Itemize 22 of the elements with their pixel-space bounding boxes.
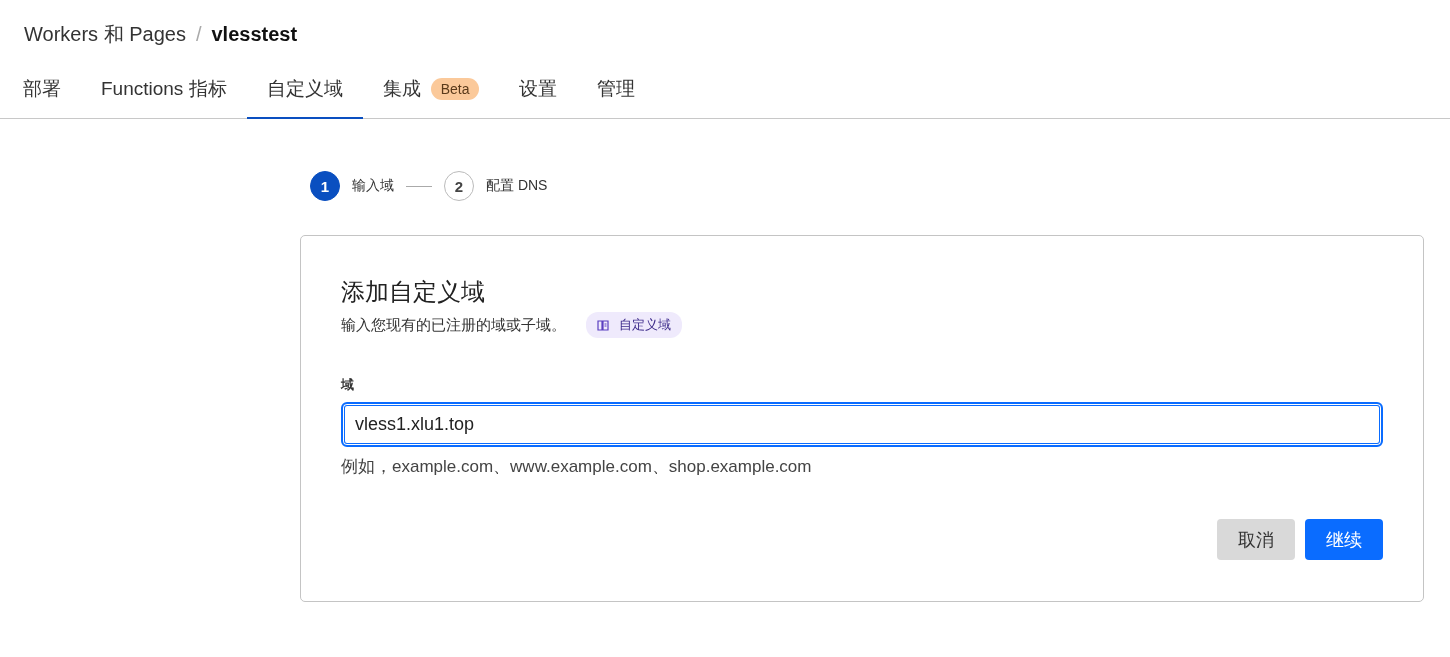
- beta-badge: Beta: [430, 78, 480, 100]
- cancel-button[interactable]: 取消: [1217, 519, 1295, 560]
- continue-button[interactable]: 继续: [1305, 519, 1383, 560]
- tab[interactable]: 设置: [499, 61, 578, 119]
- step-label: 输入域: [352, 177, 394, 195]
- tab[interactable]: 自定义域: [246, 61, 363, 119]
- tab[interactable]: 部署: [3, 61, 81, 119]
- card-subtitle: 输入您现有的已注册的域或子域。: [341, 315, 566, 335]
- breadcrumb-link[interactable]: Workers 和 Pages: [24, 20, 186, 48]
- tab[interactable]: 集成 Beta: [362, 61, 500, 119]
- step-label: 配置 DNS: [486, 177, 548, 195]
- book-icon: [597, 319, 609, 331]
- docs-link[interactable]: 自定义域: [586, 312, 682, 338]
- field-label: 域: [341, 376, 355, 394]
- breadcrumb-separator: /: [195, 22, 202, 46]
- tab[interactable]: 管理: [577, 61, 656, 119]
- field-hint: 例如，example.com、www.example.com、shop.example.com: [341, 456, 813, 478]
- domain-input[interactable]: vless1.xlu1.top: [341, 402, 1383, 447]
- tab[interactable]: Functions 指标: [81, 61, 247, 119]
- step-number: 1: [310, 171, 340, 201]
- card-title: 添加自定义域: [341, 277, 486, 307]
- breadcrumb-current: vlesstest: [211, 22, 298, 46]
